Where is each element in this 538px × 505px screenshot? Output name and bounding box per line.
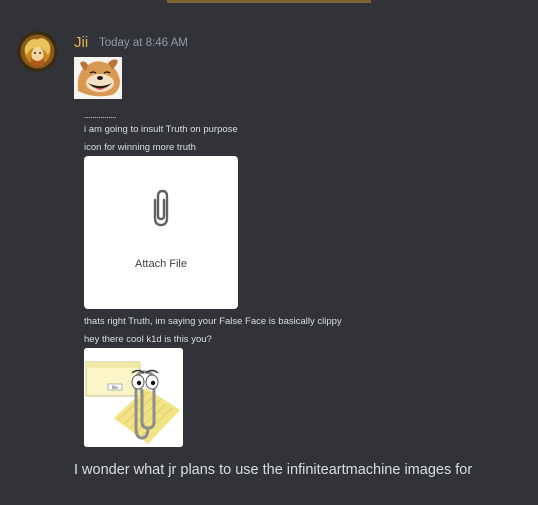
dots-line: ................ bbox=[84, 110, 117, 120]
username[interactable]: Jii bbox=[74, 34, 88, 51]
clippy-file-tag: file bbox=[112, 385, 118, 390]
avatar[interactable] bbox=[17, 31, 58, 72]
message-line-clippy: thats right Truth, im saying your False … bbox=[84, 316, 342, 327]
paperclip-icon bbox=[153, 189, 169, 227]
message-line-icon: icon for winning more truth bbox=[84, 142, 196, 153]
dog-meme-image[interactable] bbox=[74, 57, 122, 99]
message-line-wonder: I wonder what jr plans to use the infini… bbox=[74, 462, 473, 478]
attach-file-label: Attach File bbox=[135, 258, 187, 270]
chat-page: Jii Today at 8:46 AM ................ i … bbox=[0, 0, 538, 505]
message-line-insult: i am going to insult Truth on purpose bbox=[84, 124, 238, 135]
top-divider bbox=[167, 0, 371, 3]
message-line-cool: hey there cool k1d is this you? bbox=[84, 334, 212, 345]
attach-file-image[interactable]: Attach File bbox=[84, 156, 238, 309]
clippy-image[interactable]: file bbox=[84, 348, 183, 447]
message-timestamp: Today at 8:46 AM bbox=[99, 37, 188, 49]
